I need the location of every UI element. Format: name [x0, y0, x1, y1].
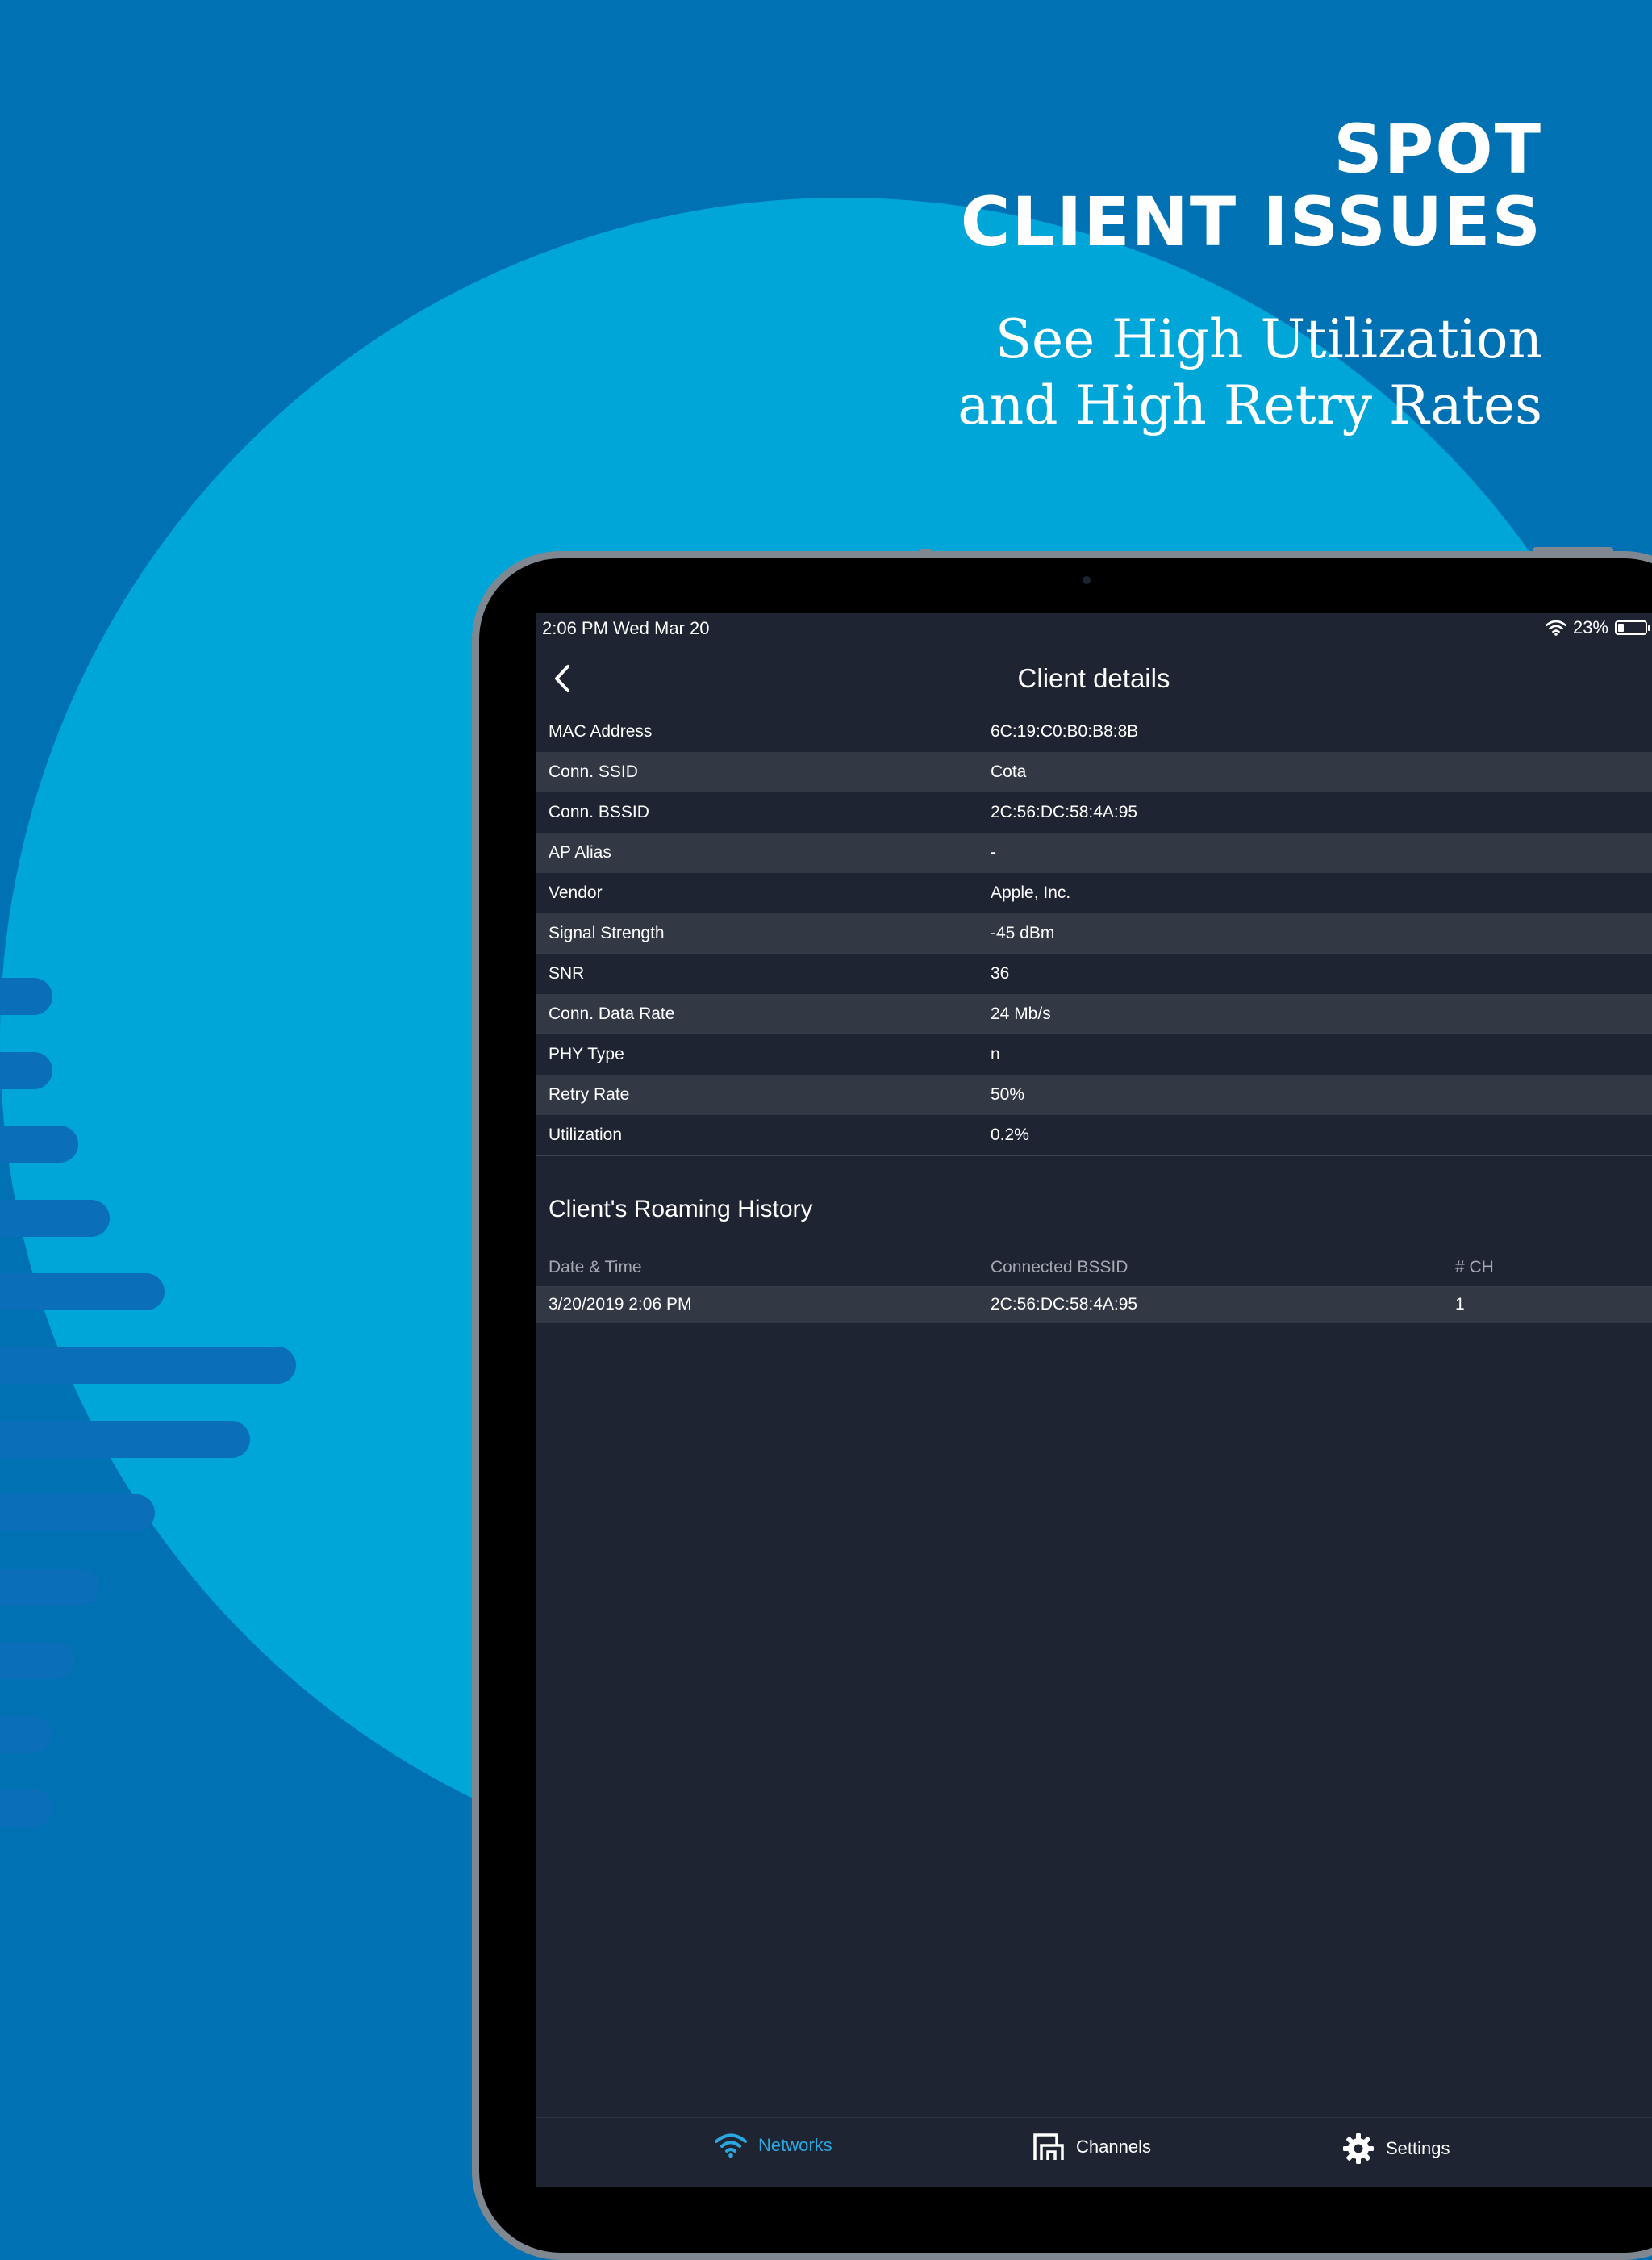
headline-line-2: CLIENT ISSUES	[960, 182, 1542, 261]
detail-value: 24 Mb/s	[991, 1005, 1051, 1023]
tab-channels[interactable]: Channels	[1032, 2133, 1151, 2162]
deco-bar	[0, 1126, 78, 1163]
tab-channels-label: Channels	[1076, 2137, 1151, 2157]
detail-label: SNR	[536, 954, 974, 994]
deco-bar	[0, 978, 52, 1015]
detail-value: Cota	[991, 762, 1027, 781]
front-camera	[1083, 576, 1091, 584]
detail-value: 0.2%	[991, 1126, 1029, 1144]
tablet-top-button	[920, 549, 931, 558]
detail-value: -45 dBm	[991, 924, 1055, 942]
roaming-section-title: Client's Roaming History	[549, 1196, 813, 1222]
deco-bar	[0, 1200, 110, 1237]
table-row: MAC Address 6C:19:C0:B0:B8:8B	[536, 712, 1652, 752]
table-row: Retry Rate 50%	[536, 1075, 1652, 1115]
deco-bar	[0, 1494, 155, 1531]
table-row: SNR 36	[536, 954, 1652, 994]
table-row: Utilization 0.2%	[536, 1115, 1652, 1155]
table-divider	[536, 1155, 1652, 1156]
page-title: Client details	[1017, 663, 1170, 693]
detail-label: Vendor	[536, 873, 974, 913]
roaming-history-table: Date & Time Connected BSSID # CH 3/20/20…	[536, 1249, 1652, 1323]
table-row: Conn. SSID Cota	[536, 752, 1652, 792]
detail-label: Conn. SSID	[536, 752, 974, 792]
detail-label: Conn. BSSID	[536, 792, 974, 833]
detail-label: Signal Strength	[536, 913, 974, 954]
wifi-status-icon	[1545, 620, 1566, 636]
channels-icon	[1033, 2133, 1064, 2160]
deco-bar	[0, 1347, 296, 1384]
gear-icon	[1343, 2133, 1374, 2164]
column-header-channel: # CH	[1455, 1258, 1494, 1276]
roaming-channel: 1	[1455, 1295, 1465, 1314]
table-row: PHY Type n	[536, 1034, 1652, 1075]
detail-label: AP Alias	[536, 833, 974, 873]
battery-fill	[1618, 624, 1624, 632]
tab-networks[interactable]: Networks	[715, 2133, 832, 2158]
deco-bar	[0, 1790, 52, 1827]
table-row: Conn. BSSID 2C:56:DC:58:4A:95	[536, 792, 1652, 833]
tab-settings[interactable]: Settings	[1342, 2133, 1450, 2165]
status-bar: 2:06 PM Wed Mar 20 23%	[536, 613, 1652, 644]
detail-value: 2C:56:DC:58:4A:95	[991, 803, 1138, 821]
decorative-bars	[0, 0, 323, 1856]
detail-value: 6C:19:C0:B0:B8:8B	[991, 722, 1139, 741]
deco-bar	[0, 1642, 74, 1679]
app-screen: 2:06 PM Wed Mar 20 23% Client details MA…	[536, 613, 1652, 2187]
detail-label: Conn. Data Rate	[536, 994, 974, 1034]
tab-bar: Networks Channels Settings	[536, 2117, 1652, 2187]
detail-label: PHY Type	[536, 1034, 974, 1075]
wifi-icon	[715, 2133, 747, 2158]
detail-label: Retry Rate	[536, 1075, 974, 1115]
deco-bar	[0, 1052, 52, 1089]
detail-value: 36	[991, 964, 1010, 983]
battery-icon	[1615, 620, 1650, 635]
detail-value: -	[991, 843, 996, 862]
table-row: Signal Strength -45 dBm	[536, 913, 1652, 954]
detail-label: Utilization	[536, 1115, 974, 1155]
subhead-line-1: See High Utilization	[995, 308, 1542, 370]
detail-label: MAC Address	[536, 712, 974, 752]
table-row[interactable]: 3/20/2019 2:06 PM 2C:56:DC:58:4A:95 1	[536, 1286, 1652, 1323]
navigation-bar: Client details	[536, 645, 1652, 715]
headline-line-1: SPOT	[1333, 110, 1542, 189]
table-row: Conn. Data Rate 24 Mb/s	[536, 994, 1652, 1034]
tab-networks-label: Networks	[758, 2135, 832, 2155]
deco-bar	[0, 1569, 99, 1606]
tab-settings-label: Settings	[1386, 2138, 1450, 2158]
battery-percent: 23%	[1572, 617, 1608, 637]
detail-value: Apple, Inc.	[991, 884, 1071, 902]
roaming-header-row: Date & Time Connected BSSID # CH	[536, 1249, 1652, 1286]
table-row: AP Alias -	[536, 833, 1652, 873]
roaming-bssid: 2C:56:DC:58:4A:95	[991, 1295, 1138, 1314]
promo-headline: SPOT CLIENT ISSUES	[961, 113, 1542, 258]
deco-bar	[0, 1716, 52, 1753]
table-row: Vendor Apple, Inc.	[536, 873, 1652, 913]
column-header-date: Date & Time	[549, 1258, 642, 1276]
roaming-date: 3/20/2019 2:06 PM	[536, 1286, 974, 1323]
tablet-top-button	[1533, 547, 1613, 555]
subhead-line-2: and High Retry Rates	[957, 374, 1542, 437]
column-header-bssid: Connected BSSID	[991, 1258, 1128, 1276]
detail-value: n	[991, 1045, 1000, 1063]
status-right: 23%	[1545, 617, 1650, 638]
deco-bar	[0, 1273, 165, 1310]
promo-subhead: See High Utilization and High Retry Rate…	[957, 307, 1542, 439]
detail-value: 50%	[991, 1085, 1025, 1104]
client-details-table: MAC Address 6C:19:C0:B0:B8:8B Conn. SSID Co…	[536, 712, 1652, 1156]
deco-bar	[0, 1421, 250, 1458]
status-time: 2:06 PM Wed Mar 20	[542, 618, 710, 638]
